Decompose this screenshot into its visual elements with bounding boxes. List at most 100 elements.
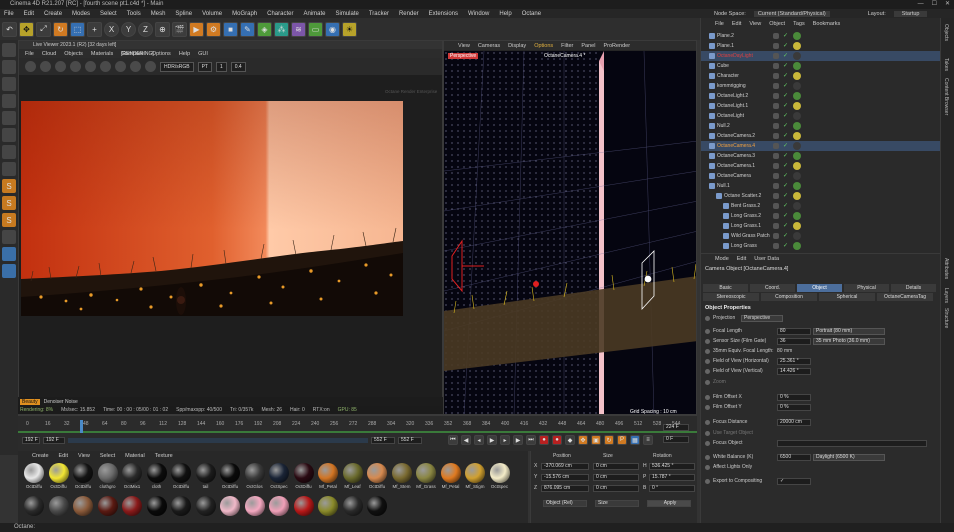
animate-dot-icon[interactable]	[705, 339, 710, 344]
timeline-menu-icon[interactable]: ≡	[643, 435, 653, 445]
visibility-dots[interactable]	[773, 43, 779, 49]
pick-icon[interactable]	[85, 61, 96, 72]
material-swatch[interactable]	[171, 496, 191, 516]
visibility-dots[interactable]	[773, 243, 779, 249]
object-pick-icon[interactable]	[130, 61, 141, 72]
color-space-select[interactable]: HDR/sRGB	[160, 61, 194, 72]
object-row[interactable]: OctaneCamera.3 ✓	[701, 151, 941, 161]
position-field[interactable]: 876.095 cm	[541, 485, 589, 492]
tag-icon[interactable]	[793, 242, 801, 250]
visibility-dots[interactable]	[773, 93, 779, 99]
restart-render-icon[interactable]	[40, 61, 51, 72]
object-row[interactable]: Long Grass ✓	[701, 241, 941, 251]
paint-icon[interactable]	[2, 230, 16, 244]
menu-spline[interactable]: Spline	[175, 11, 192, 17]
tab-stereoscopic[interactable]: Stereoscopic	[703, 293, 759, 301]
animate-dot-icon[interactable]	[705, 479, 710, 484]
object-row[interactable]: OctaneCamera.1 ✓	[701, 161, 941, 171]
x-axis-icon[interactable]: X	[104, 21, 119, 37]
animate-dot-icon[interactable]	[705, 369, 710, 374]
am-menu-edit[interactable]: Edit	[737, 256, 746, 262]
property-value[interactable]: 0 %	[777, 404, 811, 411]
maximize-icon[interactable]: ☐	[932, 0, 937, 9]
vp-menu-cameras[interactable]: Cameras	[478, 43, 500, 49]
vp-menu-view[interactable]: View	[458, 43, 470, 49]
key-param-icon[interactable]: P	[617, 435, 627, 445]
object-row[interactable]: OctaneCamera.2 ✓	[701, 131, 941, 141]
mat-menu-texture[interactable]: Texture	[155, 453, 173, 459]
property-value[interactable]: 25.361 °	[777, 358, 811, 365]
visibility-dots[interactable]	[773, 53, 779, 59]
visibility-dots[interactable]	[773, 193, 779, 199]
check-icon[interactable]: ✓	[783, 173, 789, 179]
property-value[interactable]: 6500	[777, 454, 811, 461]
animate-dot-icon[interactable]	[705, 441, 710, 446]
mat-menu-create[interactable]: Create	[32, 453, 49, 459]
object-row[interactable]: OctaneCamera ✓	[701, 171, 941, 181]
tag-icon[interactable]	[793, 162, 801, 170]
prev-frame-icon[interactable]: ◂	[474, 435, 484, 445]
object-row[interactable]: Long Grass.2 ✓	[701, 211, 941, 221]
last-frame-icon[interactable]: ⏭	[526, 435, 536, 445]
material-swatch[interactable]	[146, 463, 167, 483]
array-icon[interactable]: ⁂	[274, 21, 289, 37]
check-icon[interactable]: ✓	[783, 103, 789, 109]
tag-icon[interactable]	[793, 152, 801, 160]
record-icon[interactable]: ●	[539, 435, 549, 445]
material-swatch[interactable]	[489, 463, 510, 483]
lv-menu-cloud[interactable]: Cloud	[42, 51, 56, 57]
tag-icon[interactable]	[793, 112, 801, 120]
points-icon[interactable]	[2, 77, 16, 91]
menu-character[interactable]: Character	[267, 11, 293, 17]
object-row[interactable]: Plane.2 ✓	[701, 31, 941, 41]
mat-menu-edit[interactable]: Edit	[59, 453, 68, 459]
tag-icon[interactable]	[793, 202, 801, 210]
material-swatch[interactable]	[318, 463, 338, 483]
visibility-dots[interactable]	[773, 173, 779, 179]
polygons-icon[interactable]	[2, 111, 16, 125]
next-key-icon[interactable]: ▶	[513, 435, 523, 445]
viewport-canvas[interactable]	[444, 51, 696, 414]
render-settings-icon[interactable]: ⚙	[206, 21, 221, 37]
property-preset-dropdown[interactable]: Portrait (80 mm)	[813, 328, 885, 335]
animate-dot-icon[interactable]	[705, 405, 710, 410]
rotation-field[interactable]: 0 °	[649, 485, 695, 492]
visibility-dots[interactable]	[773, 203, 779, 209]
check-icon[interactable]: ✓	[783, 43, 789, 49]
tag-icon[interactable]	[793, 42, 801, 50]
visibility-dots[interactable]	[773, 113, 779, 119]
tag-icon[interactable]	[793, 192, 801, 200]
animate-dot-icon[interactable]	[705, 349, 710, 354]
check-icon[interactable]: ✓	[783, 193, 789, 199]
object-row[interactable]: OctaneLight.1 ✓	[701, 101, 941, 111]
vp-menu-panel[interactable]: Panel	[581, 43, 595, 49]
visibility-dots[interactable]	[773, 143, 779, 149]
visibility-dots[interactable]	[773, 33, 779, 39]
keyframe-icon[interactable]: ◆	[565, 435, 575, 445]
animate-dot-icon[interactable]	[705, 395, 710, 400]
key-pla-icon[interactable]: ▦	[630, 435, 640, 445]
lv-menu-file[interactable]: File	[25, 51, 34, 57]
om-menu-object[interactable]: Object	[769, 21, 785, 27]
check-icon[interactable]: ✓	[783, 133, 789, 139]
material-swatch[interactable]	[269, 496, 289, 516]
animate-dot-icon[interactable]	[705, 455, 710, 460]
material-swatch[interactable]	[391, 463, 412, 483]
menu-simulate[interactable]: Simulate	[336, 11, 359, 17]
size-dropdown[interactable]: Size	[595, 500, 639, 507]
clapboard-icon[interactable]: 🎬	[172, 21, 187, 37]
material-swatch[interactable]	[97, 463, 118, 483]
material-swatch[interactable]	[220, 496, 240, 516]
tab-basic[interactable]: Basic	[703, 284, 748, 292]
animate-dot-icon[interactable]	[705, 420, 710, 425]
rotate-icon[interactable]: ↻	[53, 21, 68, 37]
om-menu-edit[interactable]: Edit	[732, 21, 741, 27]
check-icon[interactable]: ✓	[783, 63, 789, 69]
check-icon[interactable]: ✓	[783, 143, 789, 149]
node-space-dropdown[interactable]: Current (Standard/Physical)	[753, 10, 830, 17]
select-icon[interactable]: ⬚	[70, 21, 85, 37]
close-icon[interactable]: ✕	[945, 0, 950, 9]
animate-dot-icon[interactable]	[705, 316, 710, 321]
light-icon[interactable]: ☀	[342, 21, 357, 37]
side-tab-attributes[interactable]: Attributes	[943, 258, 949, 279]
